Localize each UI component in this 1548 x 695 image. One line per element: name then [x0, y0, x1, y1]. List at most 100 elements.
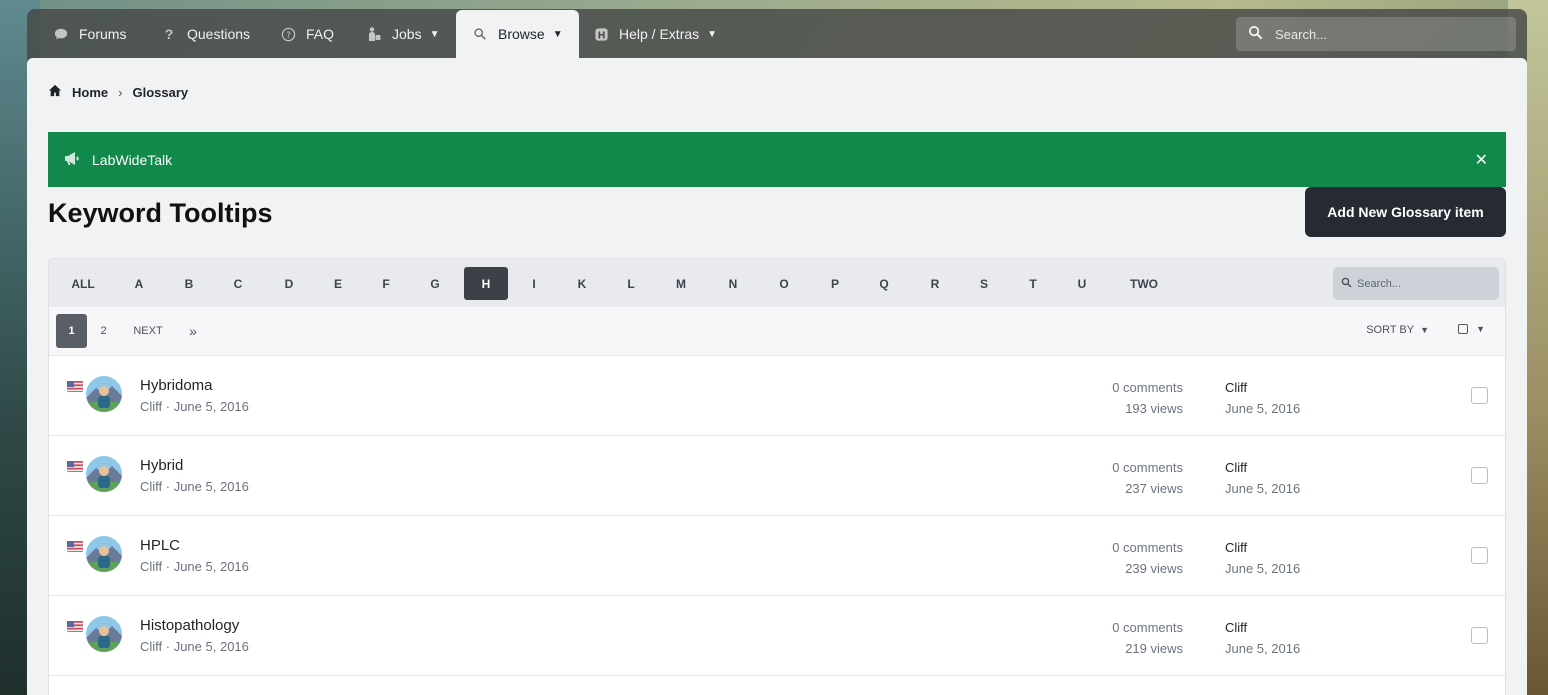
search-icon — [472, 26, 488, 42]
nav-questions-label: Questions — [187, 26, 251, 42]
letter-all[interactable]: ALL — [61, 267, 105, 300]
next-page-button[interactable]: NEXT — [129, 314, 167, 348]
row-last-author[interactable]: Cliff — [1225, 617, 1300, 638]
caret-down-icon: ▼ — [1420, 325, 1429, 335]
page-2-button[interactable]: 2 — [92, 314, 115, 348]
nav-browse[interactable]: Browse ▼ — [456, 10, 579, 58]
row-stats: 0 comments 237 views — [1112, 457, 1183, 499]
letter-p[interactable]: P — [817, 267, 853, 300]
row-title[interactable]: Hybridoma — [140, 377, 213, 394]
us-flag-icon — [67, 460, 83, 472]
pagination-bar: 1 2 NEXT » SORT BY ▼ ▼ — [49, 307, 1505, 356]
nav-browse-label: Browse — [498, 26, 545, 42]
letter-k[interactable]: K — [564, 267, 600, 300]
row-title[interactable]: Hybrid — [140, 457, 183, 474]
breadcrumb-current[interactable]: Glossary — [132, 85, 188, 100]
row-stats: 0 comments 193 views — [1112, 377, 1183, 419]
search-icon — [1248, 25, 1263, 43]
nav-forums-label: Forums — [79, 26, 127, 42]
close-icon[interactable]: ✕ — [1475, 150, 1488, 170]
nav-help-extras-label: Help / Extras — [619, 26, 700, 42]
letter-s[interactable]: S — [966, 267, 1002, 300]
avatar[interactable] — [86, 616, 122, 652]
us-flag-icon — [67, 380, 83, 392]
row-checkbox[interactable] — [1471, 547, 1488, 564]
letter-t[interactable]: T — [1015, 267, 1051, 300]
glossary-search-input[interactable]: Search... — [1333, 267, 1499, 300]
glossary-row: Hybridoma Cliff · June 5, 2016 0 comment… — [49, 356, 1505, 436]
letter-m[interactable]: M — [663, 267, 699, 300]
avatar[interactable] — [86, 456, 122, 492]
announcement-text[interactable]: LabWideTalk — [92, 152, 172, 168]
nav-jobs-label: Jobs — [392, 26, 422, 42]
question-circle-icon: ? — [280, 26, 296, 42]
row-title[interactable]: HPLC — [140, 537, 180, 554]
row-meta: Cliff · June 5, 2016 — [140, 399, 249, 414]
chevron-down-icon: ▼ — [552, 28, 563, 40]
chevron-down-icon: ▼ — [707, 28, 718, 40]
nav-faq-label: FAQ — [306, 26, 335, 42]
row-comments: 0 comments — [1112, 620, 1183, 635]
avatar[interactable] — [86, 536, 122, 572]
row-last-activity: Cliff June 5, 2016 — [1225, 377, 1300, 419]
letter-q[interactable]: Q — [866, 267, 902, 300]
add-glossary-item-button[interactable]: Add New Glossary item — [1305, 187, 1506, 237]
home-icon[interactable] — [48, 84, 62, 100]
row-last-date: June 5, 2016 — [1225, 561, 1301, 576]
letter-n[interactable]: N — [715, 267, 751, 300]
row-meta: Cliff · June 5, 2016 — [140, 559, 249, 574]
question-icon: ? — [164, 26, 174, 42]
nav-jobs[interactable]: Jobs ▼ — [366, 10, 439, 58]
top-navbar: Forums ? Questions ? FAQ Jobs ▼ Browse ▼… — [27, 9, 1527, 65]
us-flag-icon — [67, 620, 83, 632]
avatar[interactable] — [86, 376, 122, 412]
glossary-panel: ALL A B C D E F G H I K L M N O P Q R S … — [48, 258, 1506, 695]
svg-text:?: ? — [286, 29, 290, 39]
letter-l[interactable]: L — [613, 267, 649, 300]
letter-b[interactable]: B — [171, 267, 207, 300]
breadcrumb-home[interactable]: Home — [72, 85, 108, 100]
nav-questions[interactable]: ? Questions — [161, 10, 250, 58]
letter-h[interactable]: H — [464, 267, 508, 300]
jobs-icon — [366, 26, 382, 42]
row-checkbox[interactable] — [1471, 387, 1488, 404]
page-1-button[interactable]: 1 — [56, 314, 87, 348]
sort-by-label: SORT BY — [1366, 324, 1415, 336]
letter-o[interactable]: O — [766, 267, 802, 300]
double-chevron-right-icon[interactable]: » — [182, 314, 204, 348]
letter-two[interactable]: TWO — [1119, 267, 1169, 300]
row-last-author[interactable]: Cliff — [1225, 537, 1300, 558]
row-last-author[interactable]: Cliff — [1225, 377, 1300, 398]
letter-e[interactable]: E — [320, 267, 356, 300]
row-last-author[interactable]: Cliff — [1225, 457, 1300, 478]
letter-u[interactable]: U — [1064, 267, 1100, 300]
nav-faq[interactable]: ? FAQ — [280, 10, 334, 58]
row-views: 239 views — [1125, 561, 1183, 576]
row-meta: Cliff · June 5, 2016 — [140, 639, 249, 654]
row-title[interactable]: Histopathology — [140, 617, 239, 634]
letter-a[interactable]: A — [121, 267, 157, 300]
chevron-right-icon: › — [118, 84, 123, 100]
glossary-row: Histopathology Cliff · June 5, 2016 0 co… — [49, 596, 1505, 676]
page-title: Keyword Tooltips — [48, 198, 273, 228]
row-comments: 0 comments — [1112, 540, 1183, 555]
glossary-row: HPLC Cliff · June 5, 2016 0 comments 239… — [49, 516, 1505, 596]
letter-i[interactable]: I — [516, 267, 552, 300]
letter-r[interactable]: R — [917, 267, 953, 300]
sort-by-dropdown[interactable]: SORT BY ▼ — [1366, 324, 1429, 336]
select-all-dropdown[interactable]: ▼ — [1458, 324, 1485, 334]
row-checkbox[interactable] — [1471, 467, 1488, 484]
glossary-search-placeholder: Search... — [1357, 277, 1402, 290]
nav-forums[interactable]: Forums — [53, 10, 126, 58]
global-search-input[interactable]: Search... — [1236, 17, 1516, 51]
nav-help-extras[interactable]: H Help / Extras ▼ — [593, 10, 717, 58]
letter-g[interactable]: G — [417, 267, 453, 300]
letter-c[interactable]: C — [220, 267, 256, 300]
glossary-row: Hybrid Cliff · June 5, 2016 0 comments 2… — [49, 436, 1505, 516]
row-views: 219 views — [1125, 641, 1183, 656]
letter-d[interactable]: D — [271, 267, 307, 300]
search-icon — [1341, 277, 1352, 291]
row-comments: 0 comments — [1112, 380, 1183, 395]
letter-f[interactable]: F — [368, 267, 404, 300]
row-checkbox[interactable] — [1471, 627, 1488, 644]
